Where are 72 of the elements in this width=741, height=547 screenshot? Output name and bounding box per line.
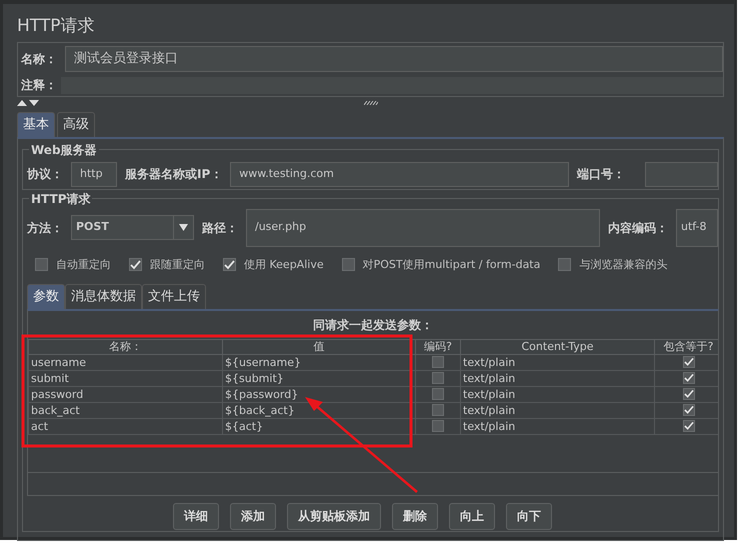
tab[interactable]: 文件上传 [142, 284, 206, 308]
table-cell: text/plain [460, 354, 654, 370]
option-label: 自动重定向 [56, 256, 111, 272]
fieldset-legend: Web服务器 [29, 140, 99, 158]
checkbox[interactable] [223, 258, 236, 272]
table-cell: text/plain [460, 386, 654, 402]
tab[interactable]: 高级 [57, 112, 95, 136]
checkbox[interactable] [432, 388, 444, 400]
method-select[interactable]: POST [71, 215, 194, 240]
column-header: 编码? [416, 339, 460, 354]
table-cell: username [28, 354, 222, 370]
checkbox[interactable] [682, 356, 694, 368]
field-label: 方法： [27, 220, 63, 236]
toolbar-button[interactable]: 向上 [449, 502, 495, 530]
field-label: 注释： [21, 77, 57, 94]
panel-title: HTTP请求 [17, 15, 96, 38]
option-label: 使用 KeepAlive [244, 256, 324, 272]
checkbox[interactable] [432, 420, 444, 432]
toolbar-button[interactable]: 从剪贴板添加 [287, 502, 381, 530]
splitter-grip-icon [364, 100, 378, 104]
table-cell: text/plain [460, 402, 654, 418]
column-header: 名称： [28, 339, 222, 354]
toolbar-button[interactable]: 删除 [392, 502, 438, 530]
toolbar-button[interactable]: 向下 [506, 502, 552, 530]
table-cell: ${username} [222, 354, 416, 370]
name-field[interactable]: 测试会员登录接口 [65, 46, 723, 72]
port-field[interactable] [645, 162, 718, 186]
column-header: 值 [222, 339, 416, 354]
collapse-arrows-icon [17, 98, 41, 106]
field-label: 名称： [21, 51, 57, 68]
checkbox[interactable] [432, 404, 444, 416]
table-cell: text/plain [460, 418, 654, 434]
checkbox[interactable] [682, 388, 694, 400]
field-label: 路径： [202, 220, 238, 236]
toolbar-button[interactable]: 添加 [230, 502, 276, 530]
checkbox[interactable] [558, 258, 572, 272]
option-label: 对POST使用multipart / form-data [362, 256, 540, 272]
server-field[interactable]: www.testing.com [230, 162, 569, 186]
checkbox[interactable] [682, 372, 694, 384]
select-value: POST [76, 219, 109, 236]
protocol-field[interactable]: http [71, 162, 117, 186]
checkbox[interactable] [432, 356, 444, 368]
table-cell: submit [28, 370, 222, 386]
checkbox[interactable] [682, 420, 694, 432]
field-label: 协议： [27, 166, 63, 183]
table-cell: act [28, 418, 222, 434]
tab[interactable]: 参数 [27, 284, 65, 308]
checkbox[interactable] [682, 404, 694, 416]
tab[interactable]: 基本 [17, 112, 55, 136]
field-label: 内容编码： [608, 220, 668, 236]
fieldset-legend: HTTP请求 [29, 190, 92, 208]
checkbox[interactable] [129, 258, 142, 272]
tab[interactable]: 消息体数据 [65, 284, 142, 308]
table-cell: ${act} [222, 418, 416, 434]
path-field[interactable]: /user.php [246, 208, 600, 246]
table-cell: text/plain [460, 370, 654, 386]
field-label: 服务器名称或IP： [125, 166, 222, 183]
option-label: 跟随重定向 [150, 256, 205, 272]
comment-field[interactable] [61, 76, 723, 94]
checkbox[interactable] [432, 372, 444, 384]
option-label: 与浏览器兼容的头 [579, 256, 668, 272]
field-label: 端口号： [577, 166, 625, 183]
toolbar-button[interactable]: 详细 [173, 502, 219, 530]
column-header: 包含等于? [654, 339, 718, 354]
checkbox[interactable] [35, 258, 48, 272]
encoding-field[interactable]: utf-8 [676, 208, 718, 246]
table-cell: back_act [28, 402, 222, 418]
table-cell: password [28, 386, 222, 402]
column-header: Content-Type [460, 339, 654, 354]
checkbox[interactable] [342, 258, 355, 272]
table-cell: ${submit} [222, 370, 416, 386]
params-title: 同请求一起发送参数： [312, 316, 434, 334]
